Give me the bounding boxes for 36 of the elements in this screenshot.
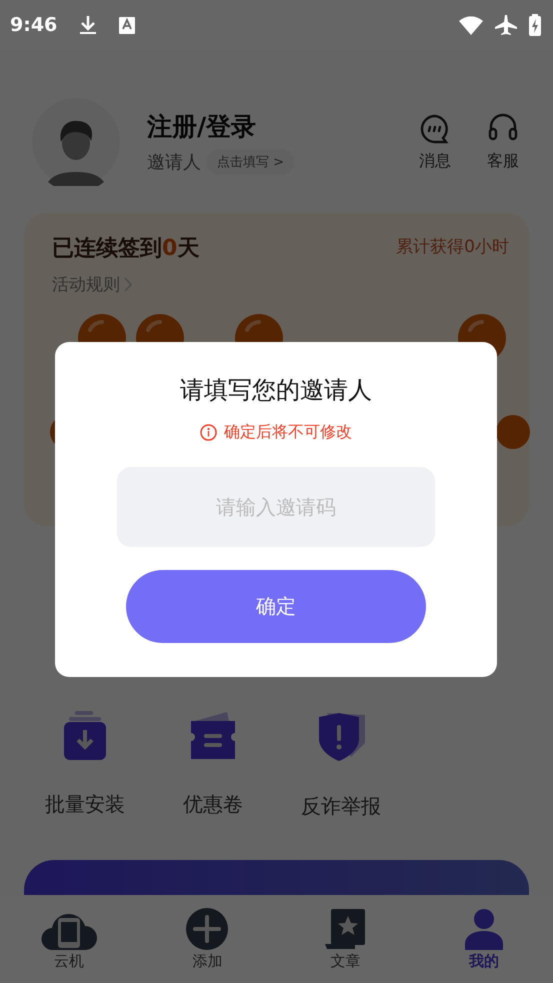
inviter-label: 邀请人	[147, 150, 201, 174]
tab[interactable]: 我的	[414, 895, 553, 983]
download-icon	[79, 15, 98, 35]
coin-icon	[235, 314, 283, 342]
coin-icon	[136, 314, 184, 342]
keyboard-a-icon	[119, 16, 136, 34]
tab[interactable]: 文章	[276, 895, 415, 983]
tool-label[interactable]: 优惠卷	[183, 791, 243, 818]
shield-alert-icon[interactable]	[317, 711, 365, 763]
login-title[interactable]: 注册/登录	[147, 110, 294, 142]
tool-label[interactable]: 反诈举报	[301, 793, 381, 820]
add-icon	[186, 908, 228, 950]
star-book-icon	[324, 908, 367, 950]
airplane-icon	[495, 14, 517, 36]
action-label[interactable]: 客服	[487, 150, 519, 172]
warning-text: 确定后将不可修改	[224, 422, 352, 443]
battery-icon	[529, 14, 541, 36]
status-time: 9:46	[10, 14, 58, 36]
wifi-icon	[459, 15, 483, 35]
tab[interactable]: 云机	[0, 895, 138, 983]
confirm-button[interactable]: 确定	[126, 570, 426, 643]
total-hours: 累计获得0小时	[396, 236, 509, 258]
fill-in-button[interactable]: 点击填写 >	[207, 148, 294, 174]
tool-label[interactable]: 批量安装	[45, 791, 125, 818]
invite-code-field[interactable]: 请输入邀请码	[117, 467, 435, 547]
person-icon	[462, 908, 505, 950]
coin-icon	[78, 314, 126, 342]
ticket-icon[interactable]	[189, 711, 237, 761]
dialog-title: 请填写您的邀请人	[180, 375, 372, 406]
chat-icon[interactable]	[419, 112, 451, 144]
tab[interactable]: 添加	[138, 895, 276, 983]
download-box-icon[interactable]	[63, 711, 107, 761]
info-icon	[200, 424, 217, 441]
checkin-title: 已连续签到0天	[52, 235, 200, 263]
coin-icon	[496, 415, 530, 449]
action-label[interactable]: 消息	[419, 150, 451, 172]
